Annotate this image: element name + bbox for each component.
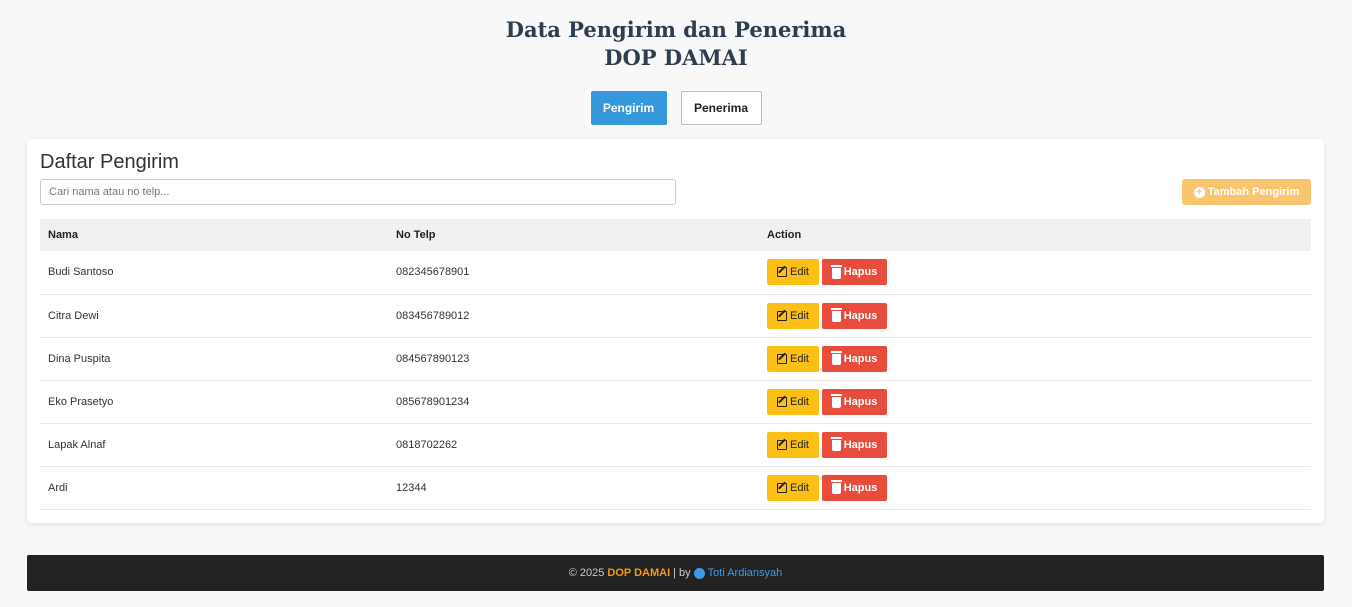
plus-circle-icon: + <box>1193 186 1205 198</box>
table-row: Ardi 12344 Edit Hapus <box>40 466 1311 510</box>
row-phone: 12344 <box>388 466 759 510</box>
row-name: Ardi <box>40 466 388 510</box>
edit-icon <box>777 353 788 364</box>
tab-bar: Pengirim Penerima <box>0 91 1352 125</box>
edit-label: Edit <box>790 352 809 365</box>
edit-label: Edit <box>790 309 809 322</box>
footer-author-link[interactable]: Toti Ardiansyah <box>693 567 783 579</box>
delete-label: Hapus <box>843 481 878 494</box>
delete-button[interactable]: Hapus <box>822 474 887 501</box>
row-actions: Edit Hapus <box>759 466 1311 510</box>
footer: © 2025 DOP DAMAI | by Toti Ardiansyah <box>27 555 1324 591</box>
row-actions: Edit Hapus <box>759 251 1311 295</box>
table-row: Eko Prasetyo 085678901234 Edit Hapus <box>40 380 1311 424</box>
edit-icon <box>777 482 788 493</box>
tab-pengirim[interactable]: Pengirim <box>590 91 667 125</box>
row-phone: 085678901234 <box>388 380 759 424</box>
edit-label: Edit <box>790 266 809 279</box>
table-header-row: Nama No Telp Action <box>40 219 1311 251</box>
row-actions: Edit Hapus <box>759 423 1311 467</box>
edit-button[interactable]: Edit <box>767 302 819 329</box>
sender-table: Nama No Telp Action Budi Santoso 08234567… <box>40 219 1311 510</box>
add-sender-label: Tambah Pengirim <box>1207 186 1300 198</box>
edit-icon <box>777 439 788 450</box>
delete-button[interactable]: Hapus <box>822 259 887 286</box>
row-name: Lapak Alnaf <box>40 423 388 467</box>
footer-brand: DOP DAMAI <box>607 567 671 579</box>
header-name: Nama <box>40 219 388 251</box>
row-phone: 083456789012 <box>388 294 759 338</box>
delete-label: Hapus <box>843 266 878 279</box>
delete-label: Hapus <box>843 395 878 408</box>
edit-label: Edit <box>790 395 809 408</box>
edit-icon <box>777 310 788 321</box>
row-name: Budi Santoso <box>40 251 388 295</box>
card-title: Daftar Pengirim <box>40 151 179 173</box>
header-action: Action <box>759 219 1311 251</box>
trash-icon <box>830 351 842 365</box>
edit-label: Edit <box>790 481 809 494</box>
page-title-line2: DOP DAMAI <box>604 45 748 70</box>
row-phone: 0818702262 <box>388 423 759 467</box>
row-phone: 082345678901 <box>388 251 759 295</box>
row-name: Eko Prasetyo <box>40 380 388 424</box>
page: Data Pengirim dan Penerima DOP DAMAI Pen… <box>0 0 1352 607</box>
trash-icon <box>830 394 842 408</box>
trash-icon <box>830 480 842 494</box>
row-actions: Edit Hapus <box>759 380 1311 424</box>
row-actions: Edit Hapus <box>759 337 1311 381</box>
edit-button[interactable]: Edit <box>767 345 819 372</box>
page-title: Data Pengirim dan Penerima DOP DAMAI <box>0 16 1352 72</box>
add-sender-button[interactable]: + Tambah Pengirim <box>1182 179 1311 205</box>
edit-button[interactable]: Edit <box>767 474 819 501</box>
trash-icon <box>830 437 842 451</box>
table-row: Citra Dewi 083456789012 Edit Hapus <box>40 294 1311 338</box>
table-row: Budi Santoso 082345678901 Edit Hapus <box>40 251 1311 295</box>
tab-penerima[interactable]: Penerima <box>680 91 762 125</box>
row-name: Dina Puspita <box>40 337 388 381</box>
search-input[interactable] <box>40 179 676 205</box>
edit-icon <box>777 267 788 278</box>
row-name: Citra Dewi <box>40 294 388 338</box>
delete-label: Hapus <box>843 352 878 365</box>
page-title-line1: Data Pengirim dan Penerima <box>505 17 847 42</box>
delete-button[interactable]: Hapus <box>822 302 887 329</box>
delete-button[interactable]: Hapus <box>822 388 887 415</box>
delete-button[interactable]: Hapus <box>822 345 887 372</box>
footer-author: Toti Ardiansyah <box>707 567 783 579</box>
delete-label: Hapus <box>843 438 878 451</box>
row-phone: 084567890123 <box>388 337 759 381</box>
edit-button[interactable]: Edit <box>767 431 819 458</box>
sender-list-card: Daftar Pengirim + Tambah Pengirim Nama N… <box>27 139 1324 523</box>
github-icon <box>693 567 705 579</box>
footer-separator: | by <box>673 567 691 579</box>
header-phone: No Telp <box>388 219 759 251</box>
footer-copyright: © 2025 <box>568 567 605 579</box>
row-actions: Edit Hapus <box>759 294 1311 338</box>
trash-icon <box>830 264 842 279</box>
edit-label: Edit <box>790 438 809 451</box>
edit-button[interactable]: Edit <box>767 259 819 286</box>
trash-icon <box>830 308 842 322</box>
table-row: Dina Puspita 084567890123 Edit Hapus <box>40 337 1311 381</box>
edit-icon <box>777 396 788 407</box>
edit-button[interactable]: Edit <box>767 388 819 415</box>
delete-label: Hapus <box>843 309 878 322</box>
table-row: Lapak Alnaf 0818702262 Edit Hapus <box>40 423 1311 467</box>
delete-button[interactable]: Hapus <box>822 431 887 458</box>
